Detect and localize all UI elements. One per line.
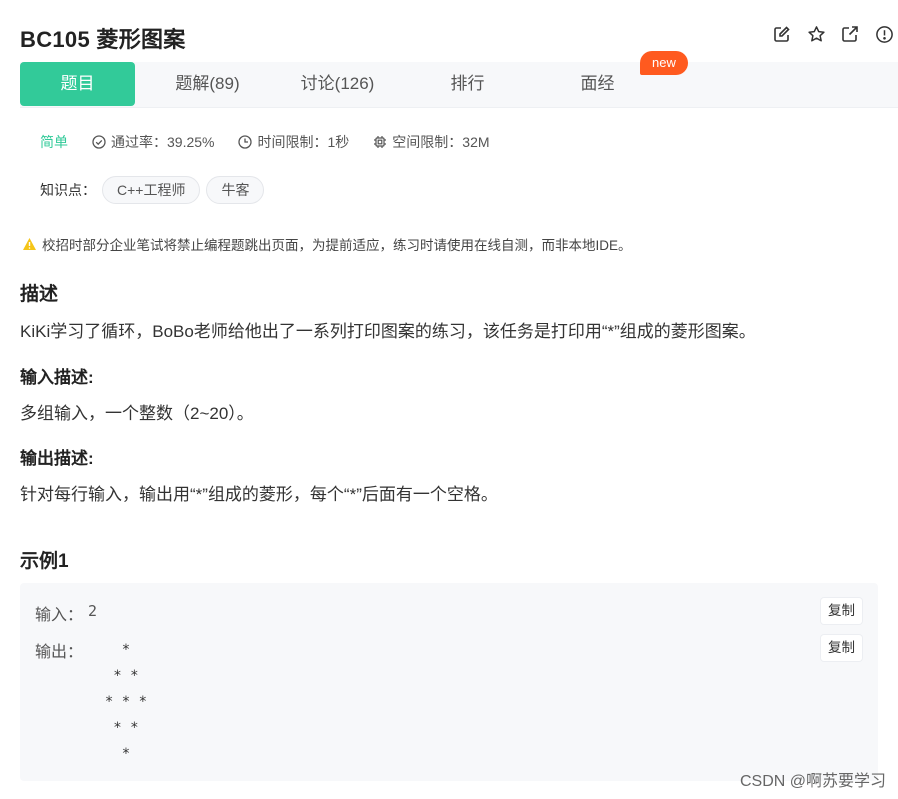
problem-meta: 简单 通过率：39.25% 时间限制：1秒 空间限制：32M [40, 132, 514, 152]
output-desc-heading: 输出描述: [20, 449, 94, 468]
chip-icon [374, 136, 387, 148]
description-text: KiKi学习了循环，BoBo老师给他出了一系列打印图案的练习，该任务是打印用“*… [20, 322, 756, 341]
problem-tabs: 题目 题解(89) 讨论(126) 排行 面经 new [20, 51, 898, 108]
tag-nowcoder[interactable]: 牛客 [206, 176, 265, 204]
difficulty-label: 简单 [40, 134, 68, 150]
new-badge: new [640, 51, 688, 75]
pass-rate: 通过率：39.25% [92, 132, 214, 152]
clock-icon [238, 135, 253, 149]
knowledge-label: 知识点： [40, 182, 96, 198]
knowledge-points: 知识点： C++工程师 牛客 [40, 176, 265, 204]
star-icon[interactable] [806, 24, 826, 44]
edit-icon[interactable] [772, 24, 792, 44]
csdn-watermark: CSDN @啊苏要学习 [739, 773, 886, 790]
title-row: BC105 菱形图案 [20, 20, 898, 54]
example-output-value: * * * * * * * * * [104, 642, 148, 762]
copy-input-button[interactable]: 复制 [821, 598, 862, 624]
tab-discussion[interactable]: 讨论(126) [280, 62, 395, 106]
title-actions [772, 24, 894, 44]
tag-cpp-engineer[interactable]: C++工程师 [102, 176, 201, 204]
description-heading: 描述 [20, 284, 59, 305]
example-heading: 示例1 [20, 551, 69, 572]
exam-warning: 校招时部分企业笔试将禁止编程题跳出页面，为提前适应，练习时请使用在线自测，而非本… [22, 234, 632, 254]
tab-ranking[interactable]: 排行 [410, 62, 525, 106]
tab-problem[interactable]: 题目 [20, 62, 135, 106]
space-limit: 空间限制：32M [373, 132, 490, 152]
input-desc-heading: 输入描述: [20, 368, 94, 387]
input-desc-text: 多组输入，一个整数（2~20）。 [20, 404, 254, 423]
example-output-label: 输出： [35, 644, 84, 661]
output-desc-text: 针对每行输入，输出用“*”组成的菱形，每个“*”后面有一个空格。 [20, 485, 498, 504]
problem-title: BC105 菱形图案 [20, 27, 186, 52]
tab-solutions[interactable]: 题解(89) [150, 62, 265, 106]
time-limit: 时间限制：1秒 [238, 132, 349, 152]
warning-icon [23, 238, 36, 250]
tab-interview[interactable]: 面经 [540, 62, 655, 106]
report-icon[interactable] [874, 24, 894, 44]
example-input-value: 2 [88, 602, 98, 620]
share-icon[interactable] [840, 24, 860, 44]
check-circle-icon [92, 135, 106, 149]
example-input-label: 输入： [35, 607, 84, 624]
copy-output-button[interactable]: 复制 [821, 635, 862, 661]
example-box: 输入： 2 复制 输出： * * * * * * * * * 复制 [20, 583, 878, 781]
